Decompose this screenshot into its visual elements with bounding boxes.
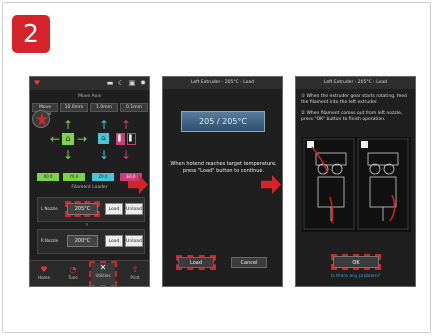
nav-home-label: Home — [38, 275, 50, 280]
screen-header: Left Extruder - 205°C - Load — [163, 77, 282, 89]
heart-icon: ♥ — [40, 265, 48, 274]
heating-message: When hotend reaches target temperature, … — [170, 161, 277, 174]
extruder-right-icon[interactable]: ▌ — [127, 133, 136, 145]
nav-utilities-label: Utilities — [95, 273, 111, 278]
feed-filament-screen: Left Extruder - 205°C - Load ① When the … — [295, 76, 416, 287]
lock-icon[interactable]: ▬ — [106, 79, 114, 87]
right-extruder-row: R.Nozzle 200°C Load Unload — [37, 229, 145, 254]
right-extruder-label: R.Nozzle — [41, 238, 59, 243]
z-up-icon[interactable]: ↑ — [98, 119, 110, 131]
z-down-icon[interactable]: ↓ — [98, 149, 110, 161]
e-down-icon[interactable]: ↓ — [120, 149, 132, 161]
step-01mm[interactable]: 0.1mm — [120, 103, 148, 112]
save-icon[interactable]: ▣ — [128, 79, 136, 87]
arrow-down-icon[interactable]: ↓ — [62, 149, 74, 161]
left-temp-field[interactable]: 205°C — [65, 201, 100, 217]
move-steps-selector: Move Steps 10.0mm 1.0mm 0.1mm — [32, 103, 149, 117]
y-position-chip: Y0.0 — [63, 173, 85, 181]
nav-print[interactable]: ⇧ Print — [123, 265, 147, 281]
right-load-button[interactable]: Load — [105, 235, 123, 247]
instruction-1: ① When the extruder gear starts rotating… — [301, 94, 407, 105]
help-link[interactable]: Is there any problem? — [296, 274, 415, 279]
top-bar: ♥ ▬ ☾ ▣ ✹ — [30, 77, 149, 90]
print-icon: ⇧ — [131, 265, 139, 274]
ok-button[interactable]: OK — [331, 254, 381, 270]
e-position-chip: E0.0 — [120, 173, 142, 181]
cancel-button[interactable]: Cancel — [231, 257, 267, 268]
bottom-nav: ♥ Home ◔ Tune ✕ Utilities ⇧ Print — [30, 260, 149, 286]
arrow-right-icon[interactable]: → — [76, 133, 88, 145]
nav-tune-label: Tune — [68, 275, 78, 280]
z-home-icon[interactable]: ⌂ — [98, 133, 109, 144]
nav-print-label: Print — [130, 275, 140, 280]
instruction-card: 2 ♥ ▬ ☾ ▣ ✹ Move Axis Move Steps 10.0mm … — [2, 2, 431, 333]
step-number-badge: 2 — [12, 15, 50, 53]
arrow-left-icon[interactable]: ← — [49, 133, 61, 145]
step-10mm[interactable]: 10.0mm — [60, 103, 88, 112]
nav-home[interactable]: ♥ Home — [32, 265, 56, 281]
x-position-chip: X0.0 — [37, 173, 59, 181]
extruder-diagram-icon — [303, 138, 409, 230]
left-unload-button[interactable]: Unload — [125, 203, 143, 215]
extruder-diagram — [302, 137, 411, 232]
load-button[interactable]: Load — [176, 255, 216, 270]
z-position-chip: Z0.0 — [92, 173, 114, 181]
nav-tune[interactable]: ◔ Tune — [61, 265, 85, 281]
left-extruder-label: L.Nozzle — [41, 206, 58, 211]
nav-utilities[interactable]: ✕ Utilities — [89, 261, 117, 286]
right-temp-field[interactable]: 200°C — [67, 235, 98, 247]
pointer-star-icon — [32, 110, 50, 128]
collapse-chevron-icon[interactable]: ∧ — [85, 222, 89, 228]
home-axis-icon[interactable]: ⌂ — [62, 133, 74, 145]
instruction-2: ② When filament comes out from left nozz… — [301, 111, 403, 122]
gauge-icon: ◔ — [69, 265, 77, 274]
arrow-up-icon[interactable]: ↑ — [62, 119, 74, 131]
right-unload-button[interactable]: Unload — [125, 235, 143, 247]
gear-icon[interactable]: ✹ — [139, 79, 147, 87]
moon-icon[interactable]: ☾ — [117, 79, 125, 87]
tools-icon: ✕ — [99, 263, 107, 272]
step-1mm[interactable]: 1.0mm — [90, 103, 118, 112]
move-axis-title: Move Axis — [78, 94, 101, 99]
e-up-icon[interactable]: ↑ — [120, 119, 132, 131]
temperature-display: 205 / 205°C — [181, 111, 265, 132]
left-extruder-row: L.Nozzle 205°C Load Unload — [37, 197, 145, 222]
extruder-left-icon[interactable]: ▌ — [116, 133, 125, 145]
left-load-button[interactable]: Load — [105, 203, 123, 215]
screen-header: Left Extruder - 205°C - Load — [296, 77, 415, 89]
heart-icon[interactable]: ♥ — [33, 79, 41, 87]
